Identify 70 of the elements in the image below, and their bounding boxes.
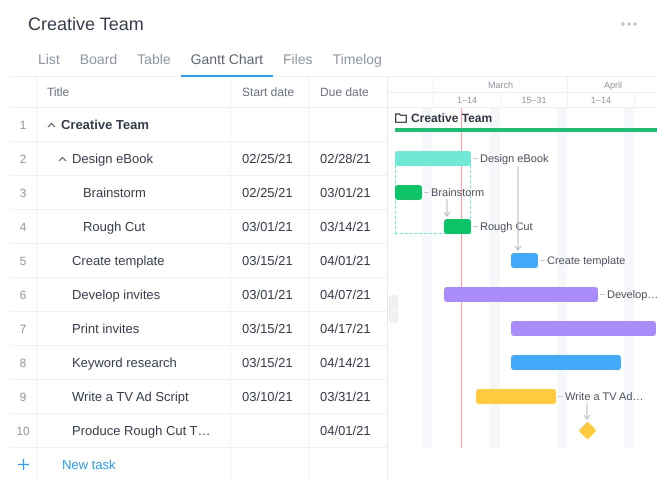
- view-tab[interactable]: Gantt Chart: [180, 46, 273, 77]
- period-label: 1–14: [590, 95, 612, 105]
- more-icon[interactable]: [621, 22, 637, 26]
- task-title[interactable]: Develop invites: [72, 287, 160, 302]
- row-number: 4: [20, 220, 26, 234]
- task-title[interactable]: Create template: [72, 253, 164, 268]
- start-date: 02/25/21: [242, 151, 293, 166]
- column-header[interactable]: Due date: [320, 85, 369, 99]
- due-date: 04/17/21: [320, 321, 371, 336]
- row-number: 8: [20, 356, 26, 370]
- task-bar[interactable]: [476, 389, 556, 404]
- due-date: 03/14/21: [320, 219, 371, 234]
- collapse-handle[interactable]: [389, 295, 398, 323]
- row-number: 5: [20, 254, 26, 268]
- task-title[interactable]: Print invites: [72, 321, 140, 336]
- task-bar[interactable]: [511, 321, 656, 336]
- due-date: 04/01/21: [320, 253, 371, 268]
- summary-bar[interactable]: [395, 128, 657, 132]
- task-title[interactable]: Brainstorm: [83, 185, 146, 200]
- folder-icon: [395, 113, 407, 123]
- task-title[interactable]: Rough Cut: [83, 219, 146, 234]
- bar-label: Brainstorm: [431, 186, 484, 198]
- bar-label: Design eBook: [480, 152, 548, 164]
- start-date: 03/10/21: [242, 389, 293, 404]
- due-date: 04/07/21: [320, 287, 371, 302]
- column-header[interactable]: Title: [47, 85, 70, 99]
- group-title[interactable]: Creative Team: [61, 117, 149, 132]
- bar-label: Creative Team: [411, 111, 492, 125]
- due-date: 04/01/21: [320, 423, 371, 438]
- task-title[interactable]: Design eBook: [72, 151, 153, 166]
- dependency-arrow: [584, 402, 590, 420]
- task-title[interactable]: Write a TV Ad Script: [72, 389, 189, 404]
- start-date: 03/01/21: [242, 219, 293, 234]
- caret-icon[interactable]: [58, 156, 67, 162]
- task-bar[interactable]: [395, 151, 471, 166]
- row-number: 2: [20, 152, 26, 166]
- task-bar[interactable]: [444, 219, 471, 234]
- start-date: 02/25/21: [242, 185, 293, 200]
- task-bar[interactable]: [511, 253, 538, 268]
- period-label: 1–14: [456, 95, 478, 105]
- task-title[interactable]: Produce Rough Cut T…: [72, 423, 210, 438]
- column-header[interactable]: Start date: [242, 85, 294, 99]
- due-date: 02/28/21: [320, 151, 371, 166]
- task-bar[interactable]: [395, 185, 422, 200]
- due-date: 03/31/21: [320, 389, 371, 404]
- row-number: 1: [20, 118, 26, 132]
- dependency-arrow: [444, 198, 450, 217]
- start-date: 03/01/21: [242, 287, 293, 302]
- row-number: 7: [20, 322, 26, 336]
- month-label: March: [488, 80, 513, 90]
- start-date: 03/15/21: [242, 321, 293, 336]
- due-date: 03/01/21: [320, 185, 371, 200]
- start-date: 03/15/21: [242, 355, 293, 370]
- due-date: 04/14/21: [320, 355, 371, 370]
- add-icon[interactable]: [18, 459, 28, 470]
- task-bar[interactable]: [444, 287, 598, 302]
- row-number: 9: [20, 390, 26, 404]
- bar-label: Write a TV Ad…: [565, 390, 644, 402]
- caret-icon[interactable]: [47, 122, 56, 128]
- task-bar[interactable]: [511, 355, 621, 370]
- bar-label: Create template: [547, 254, 626, 266]
- start-date: 03/15/21: [242, 253, 293, 268]
- row-number: 3: [20, 186, 26, 200]
- task-title[interactable]: Keyword research: [72, 355, 177, 370]
- bar-label: Develop…: [607, 288, 657, 300]
- row-number: 10: [16, 424, 30, 438]
- row-number: 6: [20, 288, 26, 302]
- period-label: 15–31: [521, 95, 547, 105]
- month-label: April: [604, 80, 622, 90]
- page-title: Creative Team: [28, 14, 144, 34]
